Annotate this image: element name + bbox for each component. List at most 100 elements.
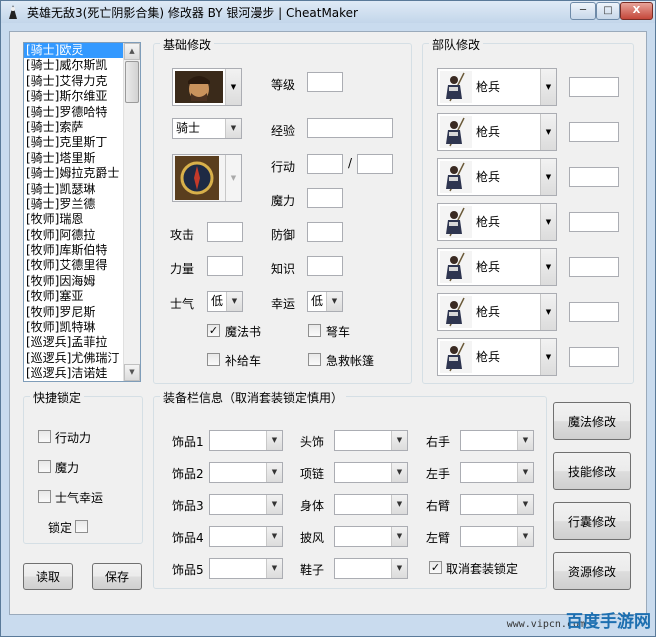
chevron-down-icon[interactable]: ▼ [540,69,556,105]
troop-count-input[interactable] [569,347,619,367]
equip-select-left-hand[interactable]: ▼ [460,462,534,483]
chevron-down-icon[interactable]: ▼ [540,159,556,195]
troop-count-input[interactable] [569,167,619,187]
chevron-down-icon[interactable]: ▼ [266,495,282,514]
chevron-down-icon[interactable]: ▼ [391,463,407,482]
chevron-down-icon[interactable]: ▼ [266,463,282,482]
troop-slot-select[interactable]: 枪兵 ▼ [437,338,557,376]
hero-list-item[interactable]: [骑士]罗兰德 [24,197,124,212]
resources-edit-button[interactable]: 资源修改 [553,552,631,590]
equip-select-acc1[interactable]: ▼ [209,430,283,451]
hero-list-item[interactable]: [牧师]塞亚 [24,289,124,304]
chevron-down-icon[interactable]: ▼ [225,155,241,201]
unlock-set-checkbox[interactable]: ✓ [429,561,442,574]
equip-select-right-hand[interactable]: ▼ [460,430,534,451]
maximize-button[interactable]: □ [596,2,620,20]
chevron-down-icon[interactable]: ▼ [540,204,556,240]
lock-checkbox[interactable] [75,520,88,533]
hero-list-item[interactable]: [骑士]克里斯丁 [24,135,124,150]
troop-count-input[interactable] [569,77,619,97]
level-input[interactable] [307,72,343,92]
chevron-down-icon[interactable]: ▼ [540,339,556,375]
hero-list-item[interactable]: [骑士]威尔斯凯 [24,58,124,73]
lock-morale-luck-checkbox[interactable] [38,490,51,503]
chevron-down-icon[interactable]: ▼ [225,119,241,138]
move-current-input[interactable] [307,154,343,174]
hero-list-item[interactable]: [骑士]艾得力克 [24,74,124,89]
chevron-down-icon[interactable]: ▼ [517,527,533,546]
scroll-up-arrow-icon[interactable]: ▲ [124,43,140,60]
troop-count-input[interactable] [569,122,619,142]
luck-select[interactable]: 低 ▼ [307,291,343,312]
hero-list-item[interactable]: [牧师]因海姆 [24,274,124,289]
skills-edit-button[interactable]: 技能修改 [553,452,631,490]
equip-select-head[interactable]: ▼ [334,430,408,451]
hero-portrait-select[interactable]: ▼ [172,68,242,106]
hero-list-item[interactable]: [骑士]塔里斯 [24,151,124,166]
troop-count-input[interactable] [569,257,619,277]
equip-select-right-arm[interactable]: ▼ [460,494,534,515]
troop-slot-select[interactable]: 枪兵 ▼ [437,158,557,196]
hero-list-item[interactable]: [骑士]欧灵 [24,43,124,59]
troop-slot-select[interactable]: 枪兵 ▼ [437,113,557,151]
hero-list-item[interactable]: [牧师]罗尼斯 [24,305,124,320]
hero-list-item[interactable]: [骑士]索萨 [24,120,124,135]
hero-list-item[interactable]: [牧师]库斯伯特 [24,243,124,258]
equip-select-left-arm[interactable]: ▼ [460,526,534,547]
lock-mana-checkbox[interactable] [38,460,51,473]
magic-edit-button[interactable]: 魔法修改 [553,402,631,440]
chevron-down-icon[interactable]: ▼ [225,69,241,105]
morale-select[interactable]: 低 ▼ [207,291,243,312]
chevron-down-icon[interactable]: ▼ [266,559,282,578]
minimize-button[interactable]: ─ [570,2,596,20]
power-input[interactable] [207,256,243,276]
hero-list-item[interactable]: [骑士]姆拉克爵士 [24,166,124,181]
first-aid-checkbox[interactable] [308,353,321,366]
defense-input[interactable] [307,222,343,242]
equip-select-cloak[interactable]: ▼ [334,526,408,547]
exp-input[interactable] [307,118,393,138]
specialty-select[interactable]: ▼ [172,154,242,202]
class-select[interactable]: 骑士 ▼ [172,118,242,139]
hero-list-item[interactable]: [牧师]凯特琳 [24,320,124,335]
move-max-input[interactable] [357,154,393,174]
hero-list-item[interactable]: [骑士]斯尔维亚 [24,89,124,104]
chevron-down-icon[interactable]: ▼ [540,294,556,330]
title-bar[interactable]: 英雄无敌3(死亡阴影合集) 修改器 BY 银河漫步 | CheatMaker ─… [1,1,655,23]
chevron-down-icon[interactable]: ▼ [391,559,407,578]
hero-list-item[interactable]: [牧师]瑞恩 [24,212,124,227]
troop-slot-select[interactable]: 枪兵 ▼ [437,68,557,106]
equip-select-neck[interactable]: ▼ [334,462,408,483]
hero-list-item[interactable]: [巡逻兵]尤佛瑞汀 [24,351,124,366]
bag-edit-button[interactable]: 行囊修改 [553,502,631,540]
chevron-down-icon[interactable]: ▼ [540,249,556,285]
equip-select-feet[interactable]: ▼ [334,558,408,579]
chevron-down-icon[interactable]: ▼ [517,463,533,482]
equip-select-acc3[interactable]: ▼ [209,494,283,515]
chevron-down-icon[interactable]: ▼ [226,292,242,311]
ammo-cart-checkbox[interactable] [207,353,220,366]
scroll-thumb[interactable] [125,61,139,103]
save-button[interactable]: 保存 [92,563,142,590]
troop-slot-select[interactable]: 枪兵 ▼ [437,203,557,241]
equip-select-acc4[interactable]: ▼ [209,526,283,547]
hero-list-item[interactable]: [牧师]艾德里得 [24,258,124,273]
troop-slot-select[interactable]: 枪兵 ▼ [437,293,557,331]
equip-select-body[interactable]: ▼ [334,494,408,515]
ballista-checkbox[interactable] [308,324,321,337]
troop-count-input[interactable] [569,302,619,322]
knowledge-input[interactable] [307,256,343,276]
spellbook-checkbox[interactable]: ✓ [207,324,220,337]
hero-list-item[interactable]: [骑士]凯瑟琳 [24,182,124,197]
chevron-down-icon[interactable]: ▼ [266,431,282,450]
hero-list-item[interactable]: [巡逻兵]孟菲拉 [24,335,124,350]
hero-list-item[interactable]: [骑士]罗德哈特 [24,105,124,120]
attack-input[interactable] [207,222,243,242]
chevron-down-icon[interactable]: ▼ [517,431,533,450]
hero-list[interactable]: [骑士]欧灵 [骑士]威尔斯凯 [骑士]艾得力克 [骑士]斯尔维亚 [骑士]罗德哈特 [骑… [23,42,141,382]
chevron-down-icon[interactable]: ▼ [391,495,407,514]
hero-list-item[interactable]: [牧师]阿德拉 [24,228,124,243]
equip-select-acc5[interactable]: ▼ [209,558,283,579]
chevron-down-icon[interactable]: ▼ [266,527,282,546]
hero-list-item[interactable]: [巡逻兵]洁诺娃 [24,366,124,381]
